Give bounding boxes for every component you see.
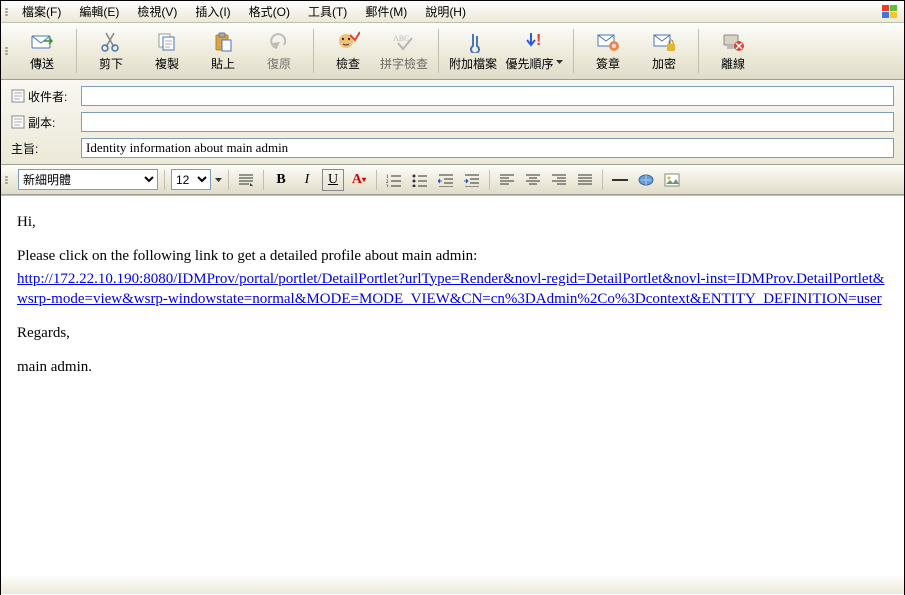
svg-text:!: ! [536,32,541,49]
outdent-button[interactable] [435,169,457,191]
body-link[interactable]: http://172.22.10.190:8080/IDMProv/portal… [17,271,884,307]
cc-label[interactable]: 副本: [11,114,81,131]
undo-icon [267,31,291,53]
copy-icon [155,31,179,53]
subject-input[interactable] [81,138,894,158]
cut-button[interactable]: 剪下 [83,25,139,77]
menu-file[interactable]: 檔案(F) [14,1,69,22]
paste-icon [211,31,235,53]
cc-input[interactable] [81,112,894,132]
menu-help[interactable]: 說明(H) [417,1,474,22]
paste-button[interactable]: 貼上 [195,25,251,77]
status-bar [1,574,904,594]
cut-icon [99,31,123,53]
offline-icon [721,31,745,53]
address-book-icon [11,89,25,103]
align-justify-button[interactable] [574,169,596,191]
offline-button[interactable]: 離線 [705,25,761,77]
message-body[interactable]: Hi, Please click on the following link t… [1,195,904,595]
body-regards: Regards, [17,323,888,343]
menu-tools[interactable]: 工具(T) [300,1,355,22]
header-fields: 收件者: 副本: 主旨: [1,80,904,165]
para-style-button[interactable] [235,169,257,191]
windows-flag-icon [880,3,900,21]
to-label[interactable]: 收件者: [11,88,81,105]
font-select[interactable]: 新細明體 [18,169,158,190]
menu-format[interactable]: 格式(O) [241,1,298,22]
address-book-icon [11,115,25,129]
priority-icon: ! [522,31,546,53]
attach-button[interactable]: 附加檔案 [445,25,501,77]
bullet-list-button[interactable] [409,169,431,191]
bold-button[interactable]: B [270,169,292,191]
align-right-button[interactable] [548,169,570,191]
size-select[interactable]: 12 [171,169,211,190]
sign-icon [596,31,620,53]
menu-edit[interactable]: 編輯(E) [71,1,127,22]
align-left-button[interactable] [496,169,518,191]
encrypt-button[interactable]: 加密 [636,25,692,77]
underline-button[interactable]: U [322,169,344,191]
dropdown-icon[interactable] [215,178,222,182]
spell-icon: ABC [392,31,416,53]
italic-button[interactable]: I [296,169,318,191]
font-color-button[interactable]: A▾ [348,169,370,191]
align-center-button[interactable] [522,169,544,191]
body-signature: main admin. [17,357,888,377]
grip-icon [5,25,10,77]
priority-button[interactable]: ! 優先順序 [501,25,567,77]
spell-button[interactable]: ABC 拼字檢查 [376,25,432,77]
menu-bar: 檔案(F) 編輯(E) 檢視(V) 插入(I) 格式(O) 工具(T) 郵件(M… [1,1,904,23]
image-button[interactable] [661,169,683,191]
format-toolbar: 新細明體 12 B I U A▾ 123 [1,165,904,195]
svg-text:ABC: ABC [393,34,409,43]
hr-button[interactable] [609,169,631,191]
dropdown-icon [556,60,563,64]
menu-insert[interactable]: 插入(I) [187,1,238,22]
menu-mail[interactable]: 郵件(M) [357,1,415,22]
to-input[interactable] [81,86,894,106]
grip-icon [5,176,10,184]
main-toolbar: 傳送 剪下 複製 貼上 復原 檢查 ABC 拼字檢查 [1,23,904,80]
svg-text:3: 3 [386,185,389,187]
attach-icon [461,31,485,53]
grip-icon [5,4,10,20]
send-icon [30,31,54,53]
check-icon [336,31,360,53]
subject-label: 主旨: [11,140,81,157]
copy-button[interactable]: 複製 [139,25,195,77]
menu-view[interactable]: 檢視(V) [129,1,185,22]
body-greeting: Hi, [17,212,888,232]
send-button[interactable]: 傳送 [14,25,70,77]
indent-button[interactable] [461,169,483,191]
sign-button[interactable]: 簽章 [580,25,636,77]
numbered-list-button[interactable]: 123 [383,169,405,191]
link-button[interactable] [635,169,657,191]
encrypt-icon [652,31,676,53]
body-intro: Please click on the following link to ge… [17,246,888,266]
check-button[interactable]: 檢查 [320,25,376,77]
undo-button[interactable]: 復原 [251,25,307,77]
